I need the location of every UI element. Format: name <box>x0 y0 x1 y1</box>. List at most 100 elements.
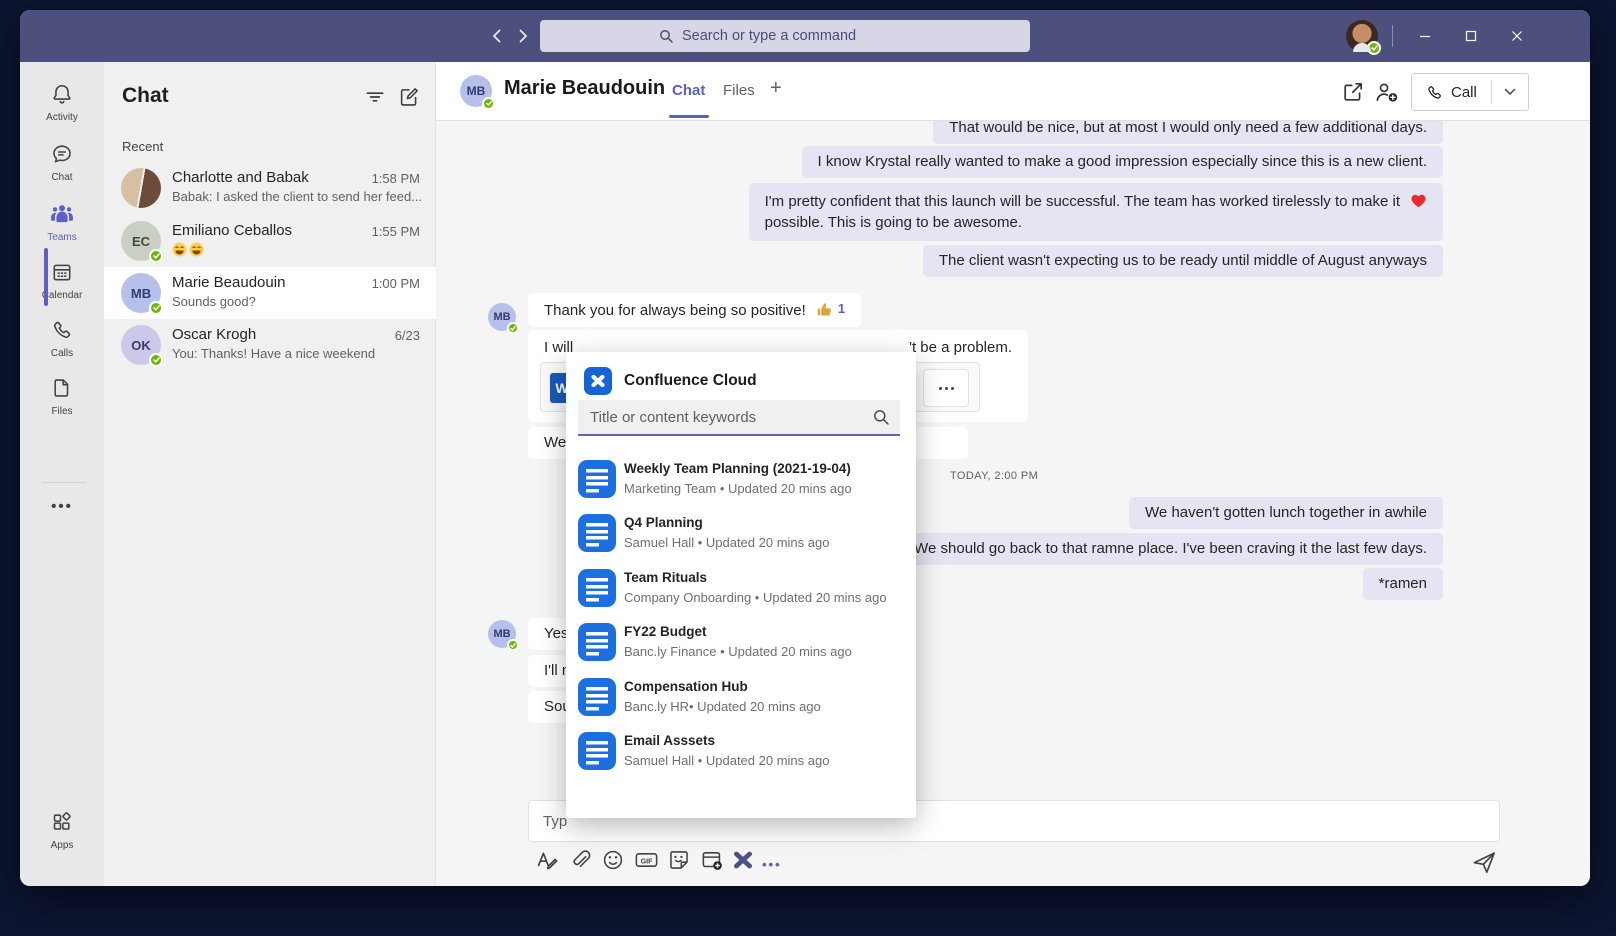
confluence-doc-icon <box>578 569 616 607</box>
message-outgoing[interactable]: *ramen <box>1363 568 1443 600</box>
call-button[interactable]: Call <box>1411 73 1529 111</box>
search-icon <box>872 408 890 426</box>
compose-more-button[interactable]: ••• <box>762 857 788 872</box>
result-meta: Banc.ly HR• Updated 20 mins ago <box>624 699 821 714</box>
new-chat-icon[interactable] <box>398 86 422 110</box>
confluence-popup: Confluence Cloud Weekly Team Planning (2… <box>566 352 916 818</box>
add-tab-button[interactable]: + <box>770 77 782 100</box>
avatar: MB <box>460 75 492 107</box>
result-meta: Marketing Team • Updated 20 mins ago <box>624 481 852 496</box>
command-search[interactable] <box>540 20 1030 52</box>
forward-icon[interactable] <box>512 24 534 48</box>
close-button[interactable] <box>1500 22 1534 50</box>
chat-list-item-selected[interactable]: MB Marie Beaudouin 1:00 PM Sounds good? <box>104 267 436 319</box>
confluence-doc-icon <box>578 732 616 770</box>
result-item[interactable]: Compensation Hub Banc.ly HR• Updated 20 … <box>566 678 916 728</box>
confluence-doc-icon <box>578 623 616 661</box>
laughing-emoji-icon <box>189 242 204 257</box>
tab-chat[interactable]: Chat <box>672 82 705 99</box>
rail-item-calls[interactable]: Calls <box>20 318 104 372</box>
rail-more-button[interactable]: ••• <box>20 498 104 515</box>
thumbs-up-reaction[interactable]: 1 <box>816 299 845 319</box>
result-title: Compensation Hub <box>624 679 748 694</box>
chat-name: Emiliano Ceballos <box>172 222 292 239</box>
heart-icon <box>1410 192 1427 208</box>
result-meta: Banc.ly Finance • Updated 20 mins ago <box>624 644 852 659</box>
popup-search-input[interactable] <box>590 400 860 434</box>
add-people-icon[interactable] <box>1374 80 1400 106</box>
avatar: MB <box>121 273 161 313</box>
panel-title: Chat <box>122 84 169 108</box>
chat-list-item[interactable]: OK Oscar Krogh 6/23 You: Thanks! Have a … <box>104 319 436 371</box>
message-outgoing[interactable]: The client wasn't expecting us to be rea… <box>923 245 1443 277</box>
section-label: Recent <box>122 139 163 154</box>
chat-preview: You: Thanks! Have a nice weekend <box>172 346 375 361</box>
chat-list-panel: Chat Recent Charlotte and Babak 1:58 PM … <box>104 62 436 886</box>
active-rail-indicator <box>44 248 48 306</box>
rail-label: Calls <box>20 348 104 359</box>
chat-time: 1:58 PM <box>372 171 420 186</box>
message-outgoing[interactable]: We haven't gotten lunch together in awhi… <box>1129 497 1443 529</box>
chat-preview: Babak: I asked the client to send her fe… <box>172 189 422 204</box>
presence-available-icon <box>482 97 495 110</box>
rail-item-activity[interactable]: Activity <box>20 82 104 136</box>
svg-text:GIF: GIF <box>641 857 654 865</box>
result-title: Email Asssets <box>624 733 715 748</box>
phone-icon <box>1426 84 1443 101</box>
user-avatar[interactable] <box>1346 20 1378 52</box>
result-meta: Samuel Hall • Updated 20 mins ago <box>624 753 829 768</box>
rail-item-calendar[interactable]: Calendar <box>20 260 104 314</box>
back-icon[interactable] <box>486 24 508 48</box>
popup-title: Confluence Cloud <box>624 372 757 390</box>
result-title: Q4 Planning <box>624 515 703 530</box>
result-item[interactable]: Team Rituals Company Onboarding • Update… <box>566 569 916 619</box>
message-incoming[interactable]: Thank you for always being so positive!1 <box>528 293 861 327</box>
group-avatar <box>121 168 161 208</box>
tab-files[interactable]: Files <box>723 82 755 99</box>
popup-search[interactable] <box>578 400 900 436</box>
result-item[interactable]: Weekly Team Planning (2021-19-04) Market… <box>566 460 916 510</box>
filter-icon[interactable] <box>364 86 388 110</box>
rail-item-apps[interactable]: Apps <box>20 810 104 864</box>
schedule-meeting-icon[interactable] <box>700 848 726 874</box>
result-item[interactable]: Email Asssets Samuel Hall • Updated 20 m… <box>566 732 916 782</box>
call-button-main[interactable]: Call <box>1412 74 1491 110</box>
gif-icon[interactable]: GIF <box>634 848 660 874</box>
teams-people-icon <box>50 202 74 226</box>
result-meta: Samuel Hall • Updated 20 mins ago <box>624 535 829 550</box>
emoji-icon[interactable] <box>601 848 627 874</box>
message-outgoing[interactable]: I'm pretty confident that this launch wi… <box>749 183 1443 241</box>
result-title: Weekly Team Planning (2021-19-04) <box>624 461 851 476</box>
rail-label: Apps <box>20 840 104 851</box>
confluence-doc-icon <box>578 678 616 716</box>
chat-name: Marie Beaudouin <box>172 274 285 291</box>
rail-item-files[interactable]: Files <box>20 376 104 430</box>
rail-item-chat[interactable]: Chat <box>20 142 104 196</box>
sticker-icon[interactable] <box>667 848 693 874</box>
message-outgoing[interactable]: I know Krystal really wanted to make a g… <box>802 146 1443 178</box>
chat-list-item[interactable]: Charlotte and Babak 1:58 PM Babak: I ask… <box>104 162 436 214</box>
file-more-button[interactable] <box>923 369 969 407</box>
call-options-chevron-down-icon[interactable] <box>1492 74 1528 110</box>
confluence-logo-icon <box>584 367 612 395</box>
result-item[interactable]: FY22 Budget Banc.ly Finance • Updated 20… <box>566 623 916 673</box>
maximize-button[interactable] <box>1454 22 1488 50</box>
attach-icon[interactable] <box>568 848 594 874</box>
apps-grid-icon <box>51 810 73 834</box>
command-search-input[interactable] <box>682 28 912 44</box>
popout-chat-icon[interactable] <box>1341 80 1367 106</box>
chat-list-item[interactable]: EC Emiliano Ceballos 1:55 PM <box>104 215 436 267</box>
message-fragment: 't be a problem. <box>909 338 1012 358</box>
rail-item-teams[interactable]: Teams <box>20 202 104 256</box>
chat-name: Oscar Krogh <box>172 326 256 343</box>
result-item[interactable]: Q4 Planning Samuel Hall • Updated 20 min… <box>566 514 916 564</box>
confluence-icon[interactable] <box>731 848 757 874</box>
format-icon[interactable] <box>535 848 561 874</box>
teams-window: Activity Chat Teams Calendar Calls Files… <box>20 10 1590 886</box>
chat-time: 1:00 PM <box>372 276 420 291</box>
avatar: MB <box>488 620 516 648</box>
send-icon[interactable] <box>1470 848 1498 876</box>
message-outgoing[interactable]: We should go back to that ramne place. I… <box>898 533 1443 565</box>
chat-name: Charlotte and Babak <box>172 169 309 186</box>
minimize-button[interactable] <box>1408 22 1442 50</box>
